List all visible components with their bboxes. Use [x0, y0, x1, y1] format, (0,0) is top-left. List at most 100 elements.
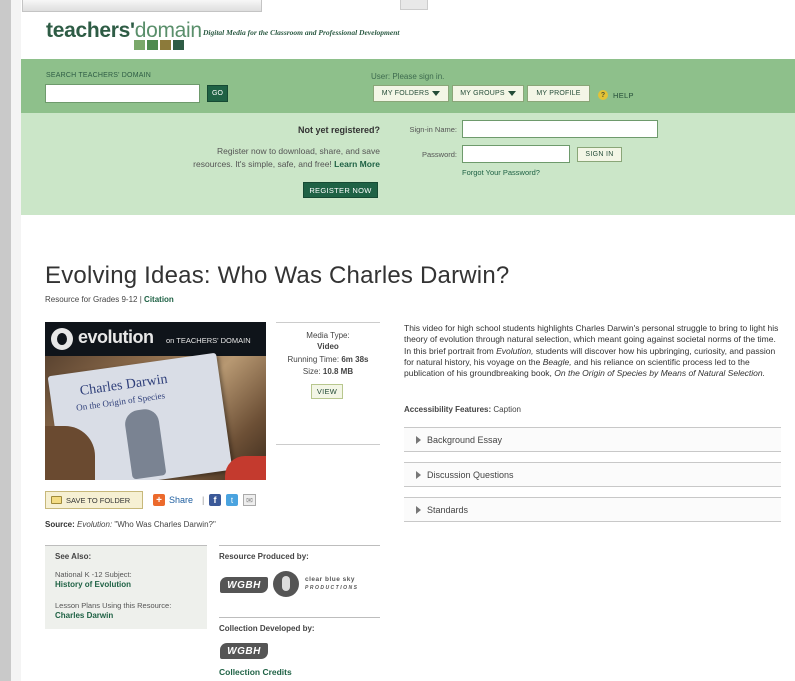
chevron-down-icon: [507, 91, 516, 96]
register-line-2: resources. It's simple, safe, and free! …: [140, 158, 380, 171]
file-size: Size: 10.8 MB: [276, 366, 380, 377]
accordion-background-essay[interactable]: Background Essay: [404, 427, 781, 452]
share-separator: |: [202, 495, 205, 505]
window-left-rail: [0, 0, 11, 681]
accessibility-features: Accessibility Features: Caption: [404, 405, 521, 414]
site-tagline: Digital Media for the Classroom and Prof…: [203, 28, 400, 37]
source-episode: "Who Was Charles Darwin?": [114, 520, 216, 529]
chevron-right-icon: [416, 435, 421, 444]
grades-separator: |: [139, 295, 142, 304]
collection-developed-by-title: Collection Developed by:: [219, 624, 315, 633]
logo-light-text: domain: [134, 19, 202, 42]
twitter-icon[interactable]: t: [226, 494, 238, 506]
chevron-right-icon: [416, 505, 421, 514]
cbs-line-2: PRODUCTIONS: [305, 585, 359, 591]
folder-icon: [51, 496, 62, 504]
see-also-link-history-of-evolution[interactable]: History of Evolution: [55, 580, 131, 589]
book-figure: [123, 407, 167, 480]
accessibility-value: Caption: [493, 405, 521, 414]
browser-tab[interactable]: [22, 0, 262, 12]
clear-blue-sky-wordmark: clear blue sky PRODUCTIONS: [305, 576, 358, 592]
collection-credits-link[interactable]: Collection Credits: [219, 667, 292, 677]
search-go-button[interactable]: GO: [207, 85, 228, 102]
register-line-2-text: resources. It's simple, safe, and free!: [193, 159, 332, 169]
evolution-logo-icon: [51, 328, 73, 350]
accordion-discussion-questions[interactable]: Discussion Questions: [404, 462, 781, 487]
wgbh-logo-collection[interactable]: WGBH: [220, 643, 268, 659]
running-time: Running Time: 6m 38s: [276, 354, 380, 365]
help-icon[interactable]: ?: [598, 90, 608, 100]
grades-line: Resource for Grades 9-12 | Citation: [45, 295, 174, 304]
description-italic-3: On the Origin of Species by Means of Nat…: [554, 368, 766, 379]
register-blurb: Register now to download, share, and sav…: [140, 145, 380, 171]
facebook-icon[interactable]: f: [209, 494, 221, 506]
video-banner: evolution on TEACHERS' DOMAIN: [45, 322, 266, 356]
my-groups-button[interactable]: MY GROUPS: [452, 85, 524, 102]
media-type-label: Media Type:: [306, 331, 350, 340]
sign-in-button[interactable]: SIGN IN: [577, 147, 622, 162]
page-title: Evolving Ideas: Who Was Charles Darwin?: [45, 262, 510, 289]
share-plus-icon[interactable]: +: [153, 494, 165, 506]
media-type-value: Video: [317, 342, 339, 351]
banner-suffix: on TEACHERS' DOMAIN: [166, 336, 251, 345]
window-left-margin: [11, 0, 21, 681]
see-also-link-charles-darwin[interactable]: Charles Darwin: [55, 611, 113, 620]
red-object: [225, 456, 266, 480]
cbs-line-1: clear blue sky: [305, 576, 355, 583]
learn-more-link[interactable]: Learn More: [334, 159, 380, 169]
user-status: User: Please sign in.: [371, 72, 445, 81]
signin-name-label: Sign-in Name:: [409, 125, 457, 134]
accordion-label: Standards: [427, 504, 469, 515]
browser-tab-small[interactable]: [400, 0, 428, 10]
share-link[interactable]: Share: [169, 495, 193, 505]
search-input[interactable]: [45, 84, 200, 103]
accordion-standards[interactable]: Standards: [404, 497, 781, 522]
description-italic-1: Evolution,: [496, 345, 534, 356]
developed-divider: [219, 617, 380, 618]
forgot-password-link[interactable]: Forgot Your Password?: [462, 168, 540, 177]
chevron-right-icon: [416, 470, 421, 479]
logo-square-4: [173, 40, 184, 50]
media-meta-divider: [276, 322, 380, 323]
file-size-value: 10.8 MB: [322, 367, 354, 376]
logo-square-3: [160, 40, 171, 50]
running-time-value: 6m 38s: [341, 355, 369, 364]
email-icon[interactable]: ✉: [243, 494, 256, 506]
my-profile-label: MY PROFILE: [536, 90, 581, 97]
accessibility-label: Accessibility Features:: [404, 405, 492, 414]
video-thumbnail[interactable]: evolution on TEACHERS' DOMAIN Charles Da…: [45, 322, 266, 480]
view-button[interactable]: VIEW: [311, 384, 343, 399]
save-to-folder-label: SAVE TO FOLDER: [66, 495, 131, 505]
source-label: Source:: [45, 520, 75, 529]
password-input[interactable]: [462, 145, 570, 163]
my-folders-label: MY FOLDERS: [381, 90, 430, 97]
password-label: Password:: [421, 150, 457, 159]
produced-divider: [219, 545, 380, 546]
save-to-folder-button[interactable]: SAVE TO FOLDER: [45, 491, 143, 509]
signin-name-input[interactable]: [462, 120, 658, 138]
grades-text: Resource for Grades 9-12: [45, 295, 138, 304]
source-line: Source: Evolution: "Who Was Charles Darw…: [45, 520, 216, 529]
file-size-label: Size:: [302, 367, 321, 376]
register-now-button[interactable]: REGISTER NOW: [303, 182, 378, 198]
evolution-brand: evolution: [78, 327, 154, 347]
search-label: SEARCH TEACHERS' DOMAIN: [46, 72, 151, 79]
logo-square-1: [134, 40, 145, 50]
media-meta-divider-bottom: [276, 444, 380, 445]
my-profile-button[interactable]: MY PROFILE: [527, 85, 590, 102]
chevron-down-icon: [432, 91, 441, 96]
my-groups-label: MY GROUPS: [460, 90, 505, 97]
wgbh-logo[interactable]: WGBH: [220, 577, 268, 593]
citation-link[interactable]: Citation: [144, 295, 174, 304]
my-folders-button[interactable]: MY FOLDERS: [373, 85, 449, 102]
source-program: Evolution:: [77, 520, 113, 529]
clear-blue-sky-logo-mark: [282, 576, 290, 591]
see-also-label-1: National K -12 Subject:: [55, 570, 132, 579]
logo-main-text: teachers': [46, 19, 135, 42]
see-also-title: See Also:: [55, 552, 92, 561]
video-still-image: Charles Darwin On the Origin of Species: [45, 352, 266, 480]
resource-description: This video for high school students high…: [404, 323, 782, 379]
help-link[interactable]: HELP: [613, 91, 634, 100]
accordion-label: Discussion Questions: [427, 469, 514, 480]
register-line-1: Register now to download, share, and sav…: [216, 146, 380, 156]
